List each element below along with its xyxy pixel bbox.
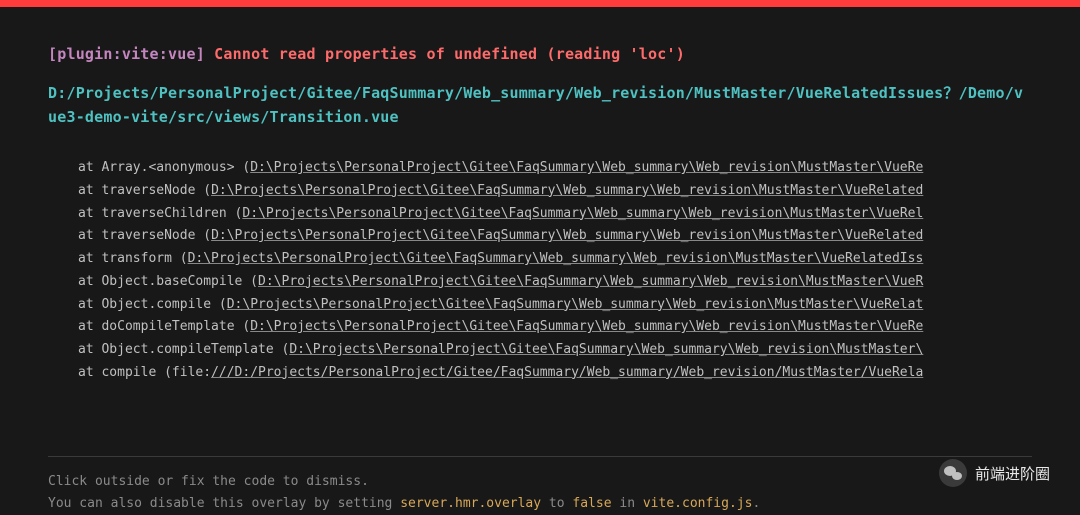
stack-frame: at doCompileTemplate (D:\Projects\Person… bbox=[78, 316, 1032, 339]
stack-frame: at Object.compileTemplate (D:\Projects\P… bbox=[78, 339, 1032, 362]
vite-error-overlay: [plugin:vite:vue] Cannot read properties… bbox=[0, 0, 1080, 515]
stack-frame: at traverseNode (D:\Projects\PersonalPro… bbox=[78, 225, 1032, 248]
error-message: Cannot read properties of undefined (rea… bbox=[214, 45, 685, 63]
stack-frame: at Object.baseCompile (D:\Projects\Perso… bbox=[78, 271, 1032, 294]
stack-frame: at transform (D:\Projects\PersonalProjec… bbox=[78, 248, 1032, 271]
stack-frame: at traverseChildren (D:\Projects\Persona… bbox=[78, 203, 1032, 226]
stack-frame: at Object.compile (D:\Projects\PersonalP… bbox=[78, 294, 1032, 317]
stack-frame: at Array.<anonymous> (D:\Projects\Person… bbox=[78, 157, 1032, 180]
error-content: [plugin:vite:vue] Cannot read properties… bbox=[0, 7, 1080, 430]
tip-line-1: Click outside or fix the code to dismiss… bbox=[48, 471, 1032, 493]
stack-path-link[interactable]: D:\Projects\PersonalProject\Gitee\FaqSum… bbox=[211, 183, 923, 198]
stack-trace: at Array.<anonymous> (D:\Projects\Person… bbox=[48, 157, 1032, 385]
stack-frame: at compile (file:///D:/Projects/Personal… bbox=[78, 362, 1032, 385]
stack-path-link[interactable]: D:\Projects\PersonalProject\Gitee\FaqSum… bbox=[211, 228, 923, 243]
watermark: 前端进阶圈 bbox=[939, 459, 1050, 487]
config-value: false bbox=[572, 496, 611, 511]
error-file-path: D:/Projects/PersonalProject/Gitee/FaqSum… bbox=[48, 81, 1032, 129]
stack-path-link[interactable]: D:\Projects\PersonalProject\Gitee\FaqSum… bbox=[227, 297, 924, 312]
stack-frame: at traverseNode (D:\Projects\PersonalPro… bbox=[78, 180, 1032, 203]
stack-path-link[interactable]: D:\Projects\PersonalProject\Gitee\FaqSum… bbox=[258, 274, 923, 289]
stack-path-link[interactable]: D:\Projects\PersonalProject\Gitee\FaqSum… bbox=[242, 206, 923, 221]
tip-line-2: You can also disable this overlay by set… bbox=[48, 493, 1032, 515]
config-key: server.hmr.overlay bbox=[400, 496, 541, 511]
stack-path-link[interactable]: D:\Projects\PersonalProject\Gitee\FaqSum… bbox=[289, 342, 923, 357]
dismiss-tip: Click outside or fix the code to dismiss… bbox=[0, 457, 1080, 515]
stack-path-link[interactable]: D:\Projects\PersonalProject\Gitee\FaqSum… bbox=[250, 160, 923, 175]
wechat-icon bbox=[939, 459, 967, 487]
watermark-text: 前端进阶圈 bbox=[975, 463, 1050, 484]
stack-path-link[interactable]: D:\Projects\PersonalProject\Gitee\FaqSum… bbox=[250, 319, 923, 334]
error-header: [plugin:vite:vue] Cannot read properties… bbox=[48, 45, 1032, 63]
stack-path-link[interactable]: ///D:/Projects/PersonalProject/Gitee/Faq… bbox=[211, 365, 923, 380]
stack-path-link[interactable]: D:\Projects\PersonalProject\Gitee\FaqSum… bbox=[188, 251, 924, 266]
config-file: vite.config.js bbox=[643, 496, 753, 511]
plugin-tag: [plugin:vite:vue] bbox=[48, 45, 205, 63]
